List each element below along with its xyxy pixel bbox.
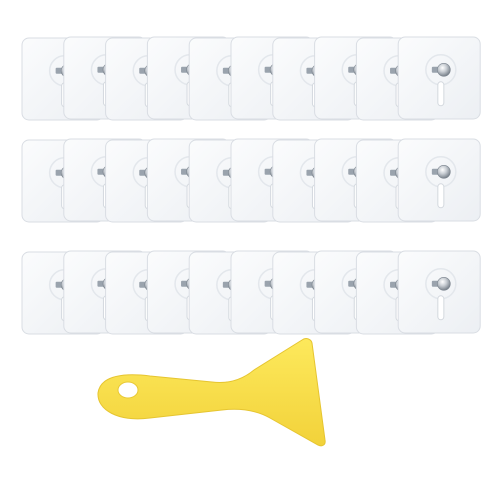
adhesive-hook [397, 138, 481, 222]
adhesive-hook-grid [21, 36, 481, 335]
screw-head [437, 276, 451, 291]
hook-pad [397, 36, 481, 120]
scraper-hang-hole [117, 381, 139, 399]
adhesive-hook [397, 36, 481, 120]
screw-head [437, 63, 451, 77]
mount-slot [437, 81, 445, 107]
mount-slot [437, 183, 445, 209]
screw-head [437, 165, 451, 179]
mount-slot [437, 295, 445, 321]
adhesive-hook [397, 250, 481, 334]
hook-pad [397, 250, 481, 334]
hook-pad [397, 138, 481, 222]
product-photo [21, 36, 481, 447]
yellow-scraper-tool [97, 338, 326, 447]
